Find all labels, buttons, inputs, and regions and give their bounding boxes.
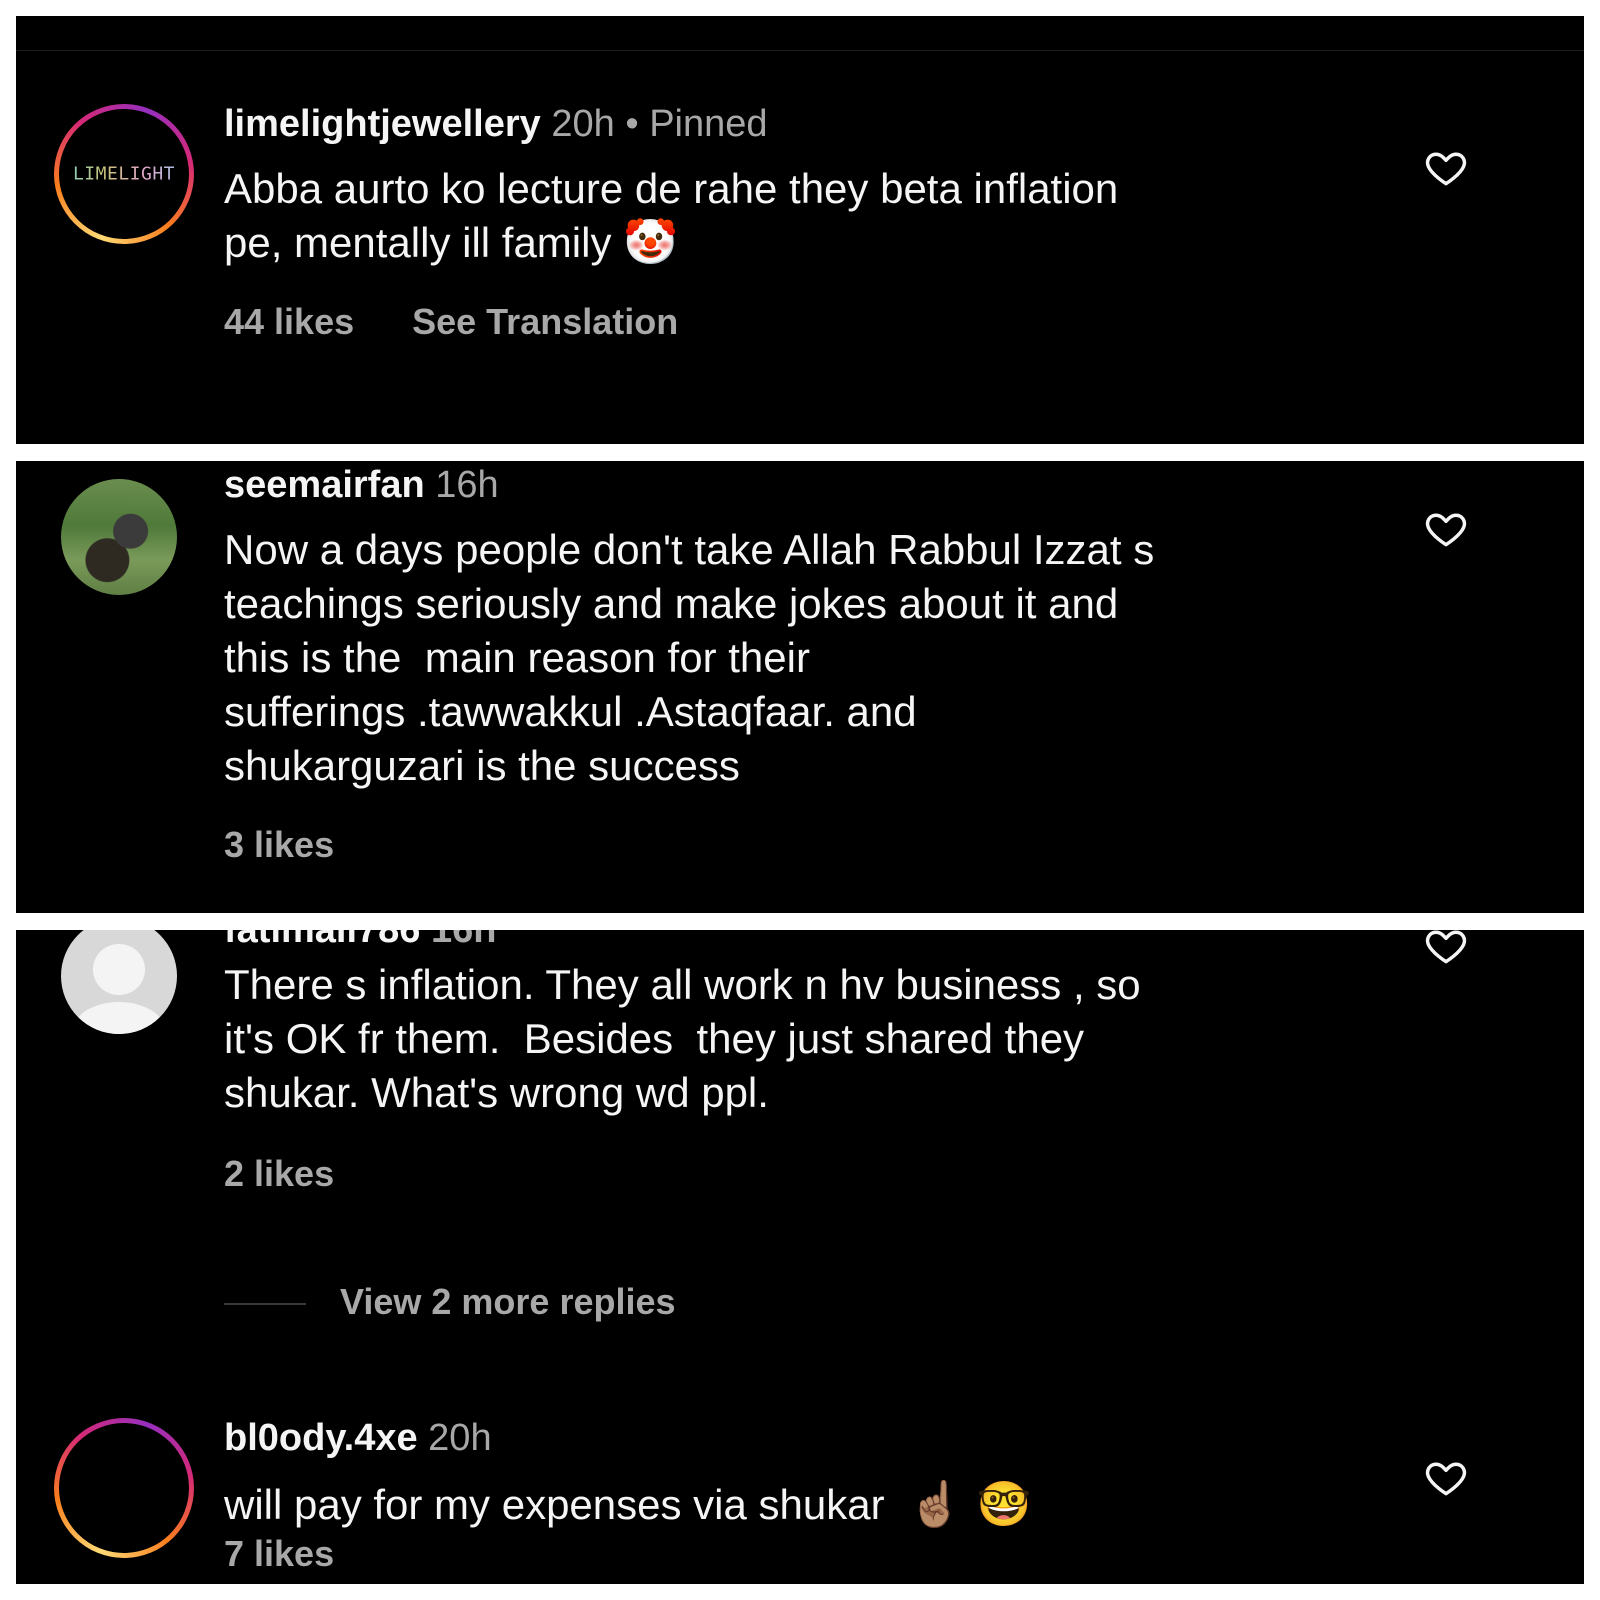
avatar[interactable]: LIMELIGHT (54, 104, 194, 244)
heart-outline-icon[interactable] (1424, 930, 1468, 968)
avatar[interactable] (54, 1418, 194, 1558)
comment-text: There s inflation. They all work n hv bu… (224, 961, 1141, 1116)
comment-header: bl0ody.4xe 20h (224, 1416, 492, 1460)
likes-count[interactable]: 7 likes (224, 1534, 334, 1574)
comment-text: Now a days people don't take Allah Rabbu… (224, 526, 1155, 789)
username[interactable]: fatimali786 (224, 930, 420, 951)
replies-divider-line (224, 1303, 306, 1306)
avatar[interactable] (61, 479, 177, 595)
clown-emoji: 🤡 (623, 217, 678, 268)
top-divider (16, 50, 1584, 51)
timestamp: 16h (435, 464, 499, 506)
username-cutoff: fatimali786 16h (224, 930, 497, 952)
username[interactable]: seemairfan (224, 464, 425, 506)
comment-text: will pay for my expenses via shukar (224, 1481, 885, 1528)
likes-count[interactable]: 3 likes (224, 825, 334, 865)
comment-actions: 44 likes See Translation (224, 302, 678, 342)
likes-count[interactable]: 2 likes (224, 1154, 334, 1194)
avatar[interactable] (61, 930, 177, 1034)
default-avatar-shoulders (72, 1001, 166, 1034)
pinned-label: Pinned (649, 103, 768, 145)
heart-outline-icon[interactable] (1424, 146, 1468, 190)
comment-panel-3: fatimali786 16h There s inflation. They … (16, 930, 1584, 1584)
timestamp: 16h (431, 930, 497, 951)
comment-body: will pay for my expenses via shukar ☝🏽 🤓 (224, 1478, 1404, 1532)
timestamp: 20h (551, 103, 615, 145)
view-more-replies-button[interactable]: View 2 more replies (224, 1282, 676, 1322)
heart-outline-icon[interactable] (1424, 1456, 1468, 1500)
see-translation-link[interactable]: See Translation (412, 301, 678, 342)
username[interactable]: bl0ody.4xe (224, 1417, 418, 1459)
likes-count[interactable]: 44 likes (224, 301, 354, 342)
view-replies-label: View 2 more replies (340, 1281, 676, 1322)
default-avatar-head (93, 943, 145, 995)
comment-header: limelightjewellery 20h • Pinned (224, 102, 768, 146)
comment-header: seemairfan 16h (224, 463, 499, 507)
username[interactable]: limelightjewellery (224, 103, 541, 145)
heart-outline-icon[interactable] (1424, 507, 1468, 551)
comment-panel-1: LIMELIGHT limelightjewellery 20h • Pinne… (16, 16, 1584, 444)
pointing-up-nerd-emoji: ☝🏽 🤓 (907, 1479, 1032, 1530)
comment-body: Abba aurto ko lecture de rahe they beta … (224, 162, 1404, 270)
timestamp: 20h (428, 1417, 492, 1459)
meta-separator: • (625, 103, 639, 145)
comment-panel-2: seemairfan 16h Now a days people don't t… (16, 461, 1584, 913)
avatar-logo-text: LIMELIGHT (63, 164, 185, 185)
